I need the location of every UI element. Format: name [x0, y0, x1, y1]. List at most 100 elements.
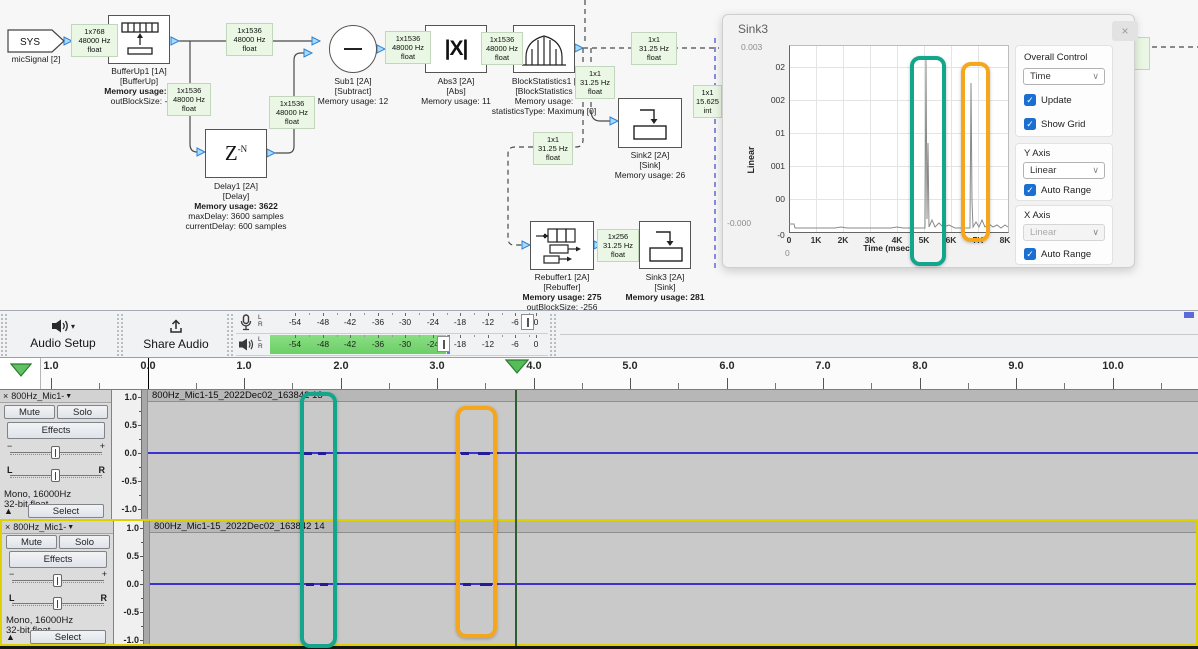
gain-slider-thumb[interactable]	[53, 574, 62, 587]
domain-dropdown[interactable]: Time∨	[1023, 68, 1105, 85]
timeline-label: 7.0	[815, 360, 830, 372]
toolbar-grip[interactable]	[227, 314, 234, 356]
timeline-label: 1.0	[43, 360, 58, 372]
amplitude-ruler-label: -1.0	[123, 635, 139, 645]
meter-tick	[405, 313, 406, 316]
timeline-major-tick	[920, 378, 921, 389]
meter-peak-indicator[interactable]	[521, 314, 534, 330]
signal-label: 1x153648000 Hzfloat	[226, 23, 273, 56]
timeline-major-tick	[244, 378, 245, 389]
meter-tick	[309, 313, 310, 315]
block-sink3[interactable]	[639, 221, 691, 269]
delay-icon: Z-N	[225, 141, 247, 166]
x-range-min: 0	[785, 248, 790, 258]
solo-button[interactable]: Solo	[59, 535, 110, 549]
amplitude-ruler[interactable]: 1.00.50.0-0.5-1.0	[112, 390, 142, 519]
track-title-bar[interactable]: × 800Hz_Mic1- ▼	[0, 390, 111, 403]
x-auto-range-checkbox[interactable]: ✓	[1024, 248, 1036, 260]
track-menu-caret-icon[interactable]: ▼	[65, 393, 72, 400]
overall-control-group: Overall Control Time∨ ✓ Update ✓ Show Gr…	[1015, 45, 1113, 137]
pan-slider[interactable]: L R	[9, 592, 107, 614]
meter-peak-indicator[interactable]	[437, 336, 450, 352]
amplitude-ruler-label: 1.0	[124, 392, 137, 402]
meter-scale-number: -24	[427, 317, 439, 327]
gain-slider[interactable]: − +	[9, 569, 107, 591]
mute-button[interactable]: Mute	[4, 405, 55, 419]
solo-button[interactable]: Solo	[57, 405, 108, 419]
y-axis-group-label: Y Axis	[1024, 148, 1050, 159]
playhead-triangle-icon[interactable]	[505, 359, 529, 374]
meter-tick	[364, 335, 365, 337]
share-audio-button[interactable]: Share Audio	[127, 312, 225, 357]
audacity-window: ▾ Audio Setup Share Audio	[0, 310, 1198, 649]
track-menu-caret-icon[interactable]: ▼	[67, 524, 74, 531]
pan-slider-thumb[interactable]	[53, 597, 62, 610]
signal-label: 1x153648000 Hzfloat	[481, 32, 523, 65]
close-icon[interactable]: ×	[3, 391, 8, 401]
collapse-track-button[interactable]: ▲	[6, 632, 15, 642]
block-rebuffer1[interactable]	[530, 221, 594, 270]
block-abs3[interactable]: |X|	[425, 25, 487, 73]
effects-button[interactable]: Effects	[9, 551, 107, 568]
timeline-ruler[interactable]: 1.00.01.02.03.04.05.06.07.08.09.010.011	[0, 358, 1198, 390]
meter-tick	[323, 313, 324, 316]
meter-tick	[447, 313, 448, 315]
meter-tick	[419, 313, 420, 315]
gain-slider-thumb[interactable]	[51, 446, 60, 459]
amplitude-ruler-tick	[140, 584, 143, 585]
select-button[interactable]: Select	[28, 504, 104, 518]
gain-minus-label: −	[9, 569, 14, 579]
y-scale-dropdown[interactable]: Linear∨	[1023, 162, 1105, 179]
chevron-down-icon: ∨	[1092, 227, 1099, 238]
recording-meter[interactable]: LR -54-48-42-36-30-24-18-12-60	[236, 312, 548, 334]
meter-scale-number: -48	[317, 317, 329, 327]
pan-left-label: L	[9, 593, 15, 603]
amplitude-ruler-tick	[140, 612, 143, 613]
scroll-thumb[interactable]	[1184, 312, 1194, 318]
timeline-major-tick	[727, 378, 728, 389]
timeline-major-tick	[341, 378, 342, 389]
effects-button[interactable]: Effects	[7, 422, 105, 439]
track-title-bar[interactable]: × 800Hz_Mic1- ▼	[2, 521, 113, 534]
track-name[interactable]: 800Hz_Mic1-	[13, 522, 66, 532]
pan-slider-thumb[interactable]	[51, 469, 60, 482]
meter-scale-number: -18	[454, 339, 466, 349]
pan-slider[interactable]: L R	[7, 464, 105, 486]
y-origin-label: -0	[777, 230, 785, 240]
audio-setup-button[interactable]: ▾ Audio Setup	[12, 312, 114, 357]
block-delay1[interactable]: Z-N	[205, 129, 267, 178]
meter-scale-number: -30	[399, 317, 411, 327]
highlight-orange-plot	[961, 62, 990, 242]
collapse-track-button[interactable]: ▲	[4, 506, 13, 516]
timeline-minor-tick	[292, 383, 293, 389]
x-axis-group: X Axis Linear∨ ✓ Auto Range	[1015, 205, 1113, 265]
select-button[interactable]: Select	[30, 630, 106, 644]
highlight-teal-plot	[910, 56, 946, 266]
pan-right-label: R	[99, 465, 106, 475]
amplitude-ruler-tick	[141, 570, 143, 571]
timeline-minor-tick	[485, 383, 486, 389]
toolbar-grip[interactable]	[1, 314, 8, 356]
update-checkbox[interactable]: ✓	[1024, 94, 1036, 106]
amplitude-ruler[interactable]: 1.00.50.0-0.5-1.0	[114, 521, 144, 644]
show-grid-checkbox[interactable]: ✓	[1024, 118, 1036, 130]
gain-slider[interactable]: − +	[7, 441, 105, 463]
x-scale-dropdown[interactable]: Linear∨	[1023, 224, 1105, 241]
amplitude-ruler-tick	[139, 495, 141, 496]
meter-tick	[295, 335, 296, 338]
amplitude-ruler-label: 0.5	[126, 551, 139, 561]
amplitude-ruler-label: -0.5	[121, 476, 137, 486]
meter-channel-labels: LR	[258, 336, 263, 350]
close-icon[interactable]: ×	[5, 522, 10, 532]
block-sub1[interactable]	[329, 25, 377, 73]
highlight-teal-track	[300, 392, 337, 648]
y-auto-range-checkbox[interactable]: ✓	[1024, 184, 1036, 196]
track-name[interactable]: 800Hz_Mic1-	[11, 391, 64, 401]
mute-button[interactable]: Mute	[6, 535, 57, 549]
toolbar-grip[interactable]	[550, 314, 557, 356]
highlight-orange-track	[456, 406, 497, 638]
toolbar-grip[interactable]	[117, 314, 124, 356]
playback-meter[interactable]: LR -54-48-42-36-30-24-18-12-60	[236, 334, 548, 356]
track-control-panel: × 800Hz_Mic1- ▼ Mute Solo Effects − + L …	[0, 390, 112, 519]
meter-channel-labels: LR	[258, 314, 263, 328]
